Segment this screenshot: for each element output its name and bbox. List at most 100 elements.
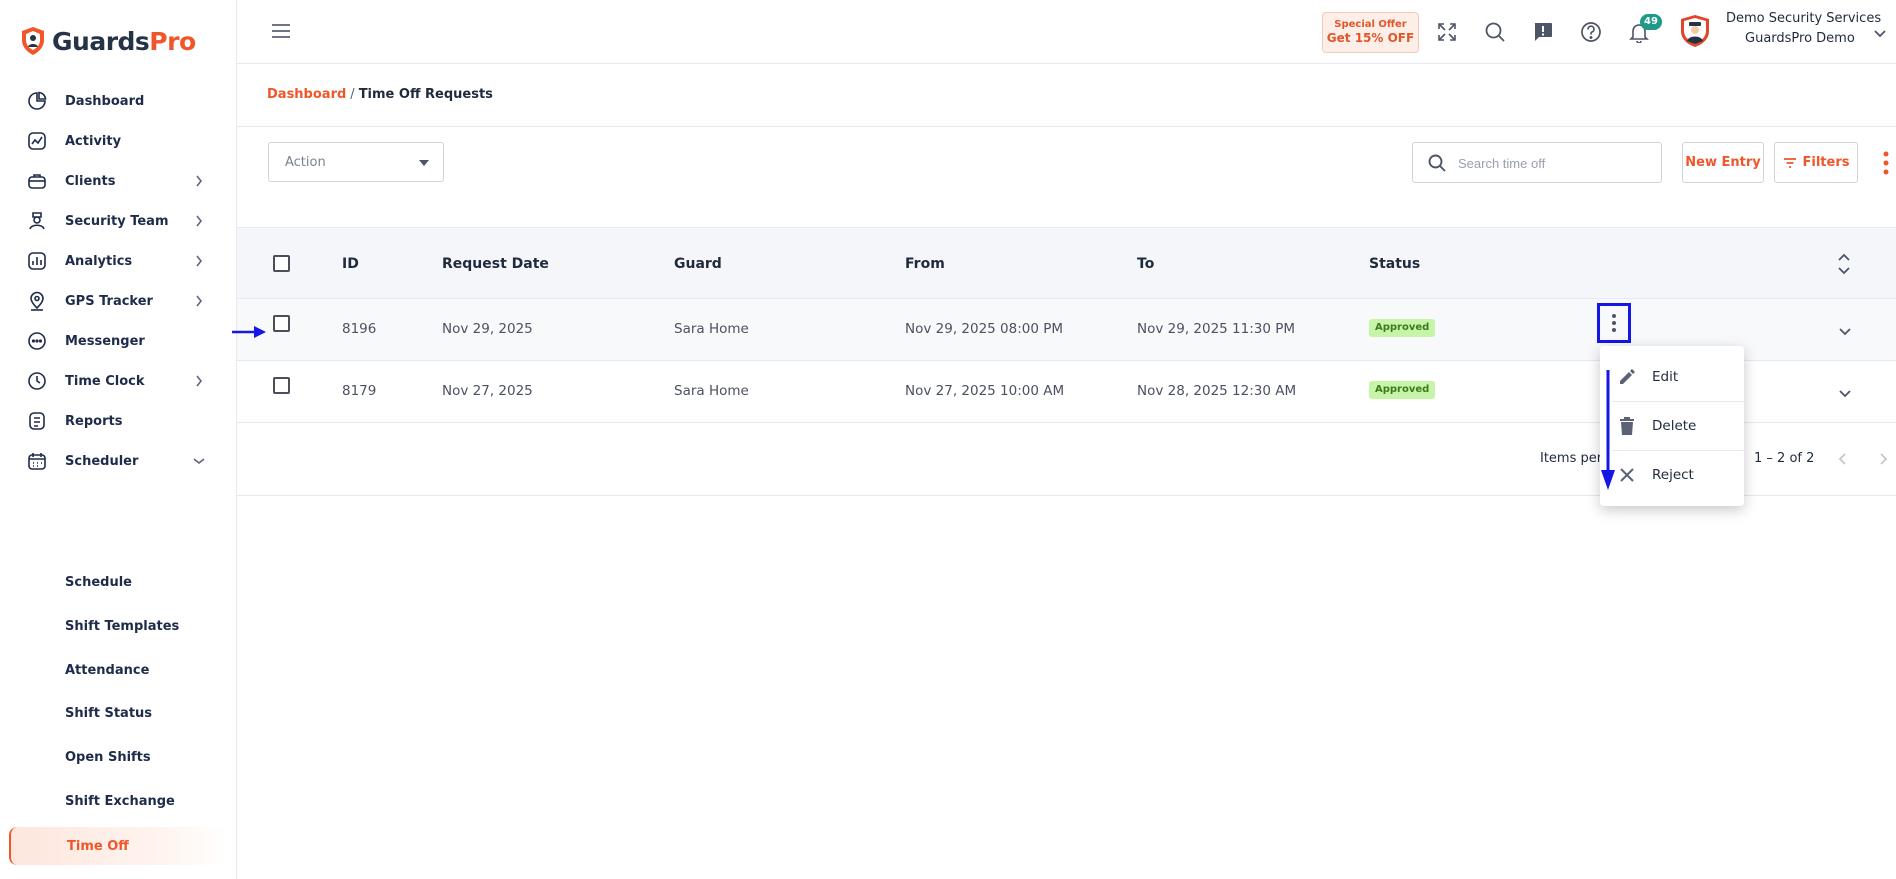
chevron-down-icon[interactable] bbox=[1873, 24, 1889, 38]
cell-from: Nov 29, 2025 08:00 PM bbox=[905, 321, 1064, 337]
sidebar-subitem-shift-templates[interactable]: Shift Templates bbox=[0, 608, 237, 644]
sidebar-subitem-label: Schedule bbox=[65, 574, 132, 590]
search-icon[interactable] bbox=[1483, 20, 1507, 44]
sidebar-subitem-label: Shift Exchange bbox=[65, 793, 175, 809]
sidebar-item-label: Clients bbox=[65, 173, 116, 189]
sidebar-item-label: Time Clock bbox=[65, 373, 145, 389]
sidebar-item-activity[interactable]: Activity bbox=[0, 121, 237, 161]
sidebar-subitem-schedule[interactable]: Schedule bbox=[0, 564, 237, 600]
new-entry-button[interactable]: New Entry bbox=[1682, 142, 1764, 183]
sidebar-subitem-label: Open Shifts bbox=[65, 749, 151, 765]
page-title: Time Off Requests bbox=[358, 87, 493, 102]
menu-item-reject[interactable]: Reject bbox=[1600, 451, 1744, 499]
row-actions-menu: Edit Delete Reject bbox=[1600, 346, 1744, 506]
sidebar-item-clients[interactable]: Clients bbox=[0, 161, 237, 201]
filters-button[interactable]: Filters bbox=[1774, 142, 1858, 183]
sidebar-item-label: Scheduler bbox=[65, 453, 139, 469]
menu-item-label: Delete bbox=[1652, 418, 1697, 434]
offer-title: Special Offer bbox=[1334, 19, 1407, 30]
action-select[interactable]: Action bbox=[268, 142, 444, 182]
column-header-id[interactable]: ID bbox=[342, 256, 359, 272]
menu-item-label: Edit bbox=[1652, 369, 1679, 385]
sidebar-item-dashboard[interactable]: Dashboard bbox=[0, 81, 237, 121]
sidebar-item-label: Activity bbox=[65, 133, 122, 149]
breadcrumb: Dashboard / Time Off Requests bbox=[267, 87, 493, 102]
sidebar-subitem-attendance[interactable]: Attendance bbox=[0, 652, 237, 688]
select-all-checkbox[interactable] bbox=[273, 255, 290, 272]
sidebar-subitem-open-shifts[interactable]: Open Shifts bbox=[0, 739, 237, 775]
notification-badge: 49 bbox=[1640, 14, 1662, 30]
row-checkbox[interactable] bbox=[273, 377, 290, 394]
cell-to: Nov 29, 2025 11:30 PM bbox=[1137, 321, 1296, 337]
chevron-down-icon bbox=[192, 454, 206, 468]
sidebar-item-analytics[interactable]: Analytics bbox=[0, 241, 237, 281]
activity-chart-icon bbox=[26, 130, 48, 152]
cell-from: Nov 27, 2025 10:00 AM bbox=[905, 383, 1065, 399]
sidebar-item-gps-tracker[interactable]: GPS Tracker bbox=[0, 281, 237, 321]
sidebar-item-scheduler[interactable]: Scheduler bbox=[0, 441, 237, 481]
cell-request-date: Nov 29, 2025 bbox=[442, 321, 533, 337]
more-options-icon[interactable] bbox=[1882, 150, 1890, 176]
sidebar-subitem-shift-status[interactable]: Shift Status bbox=[0, 695, 237, 731]
help-icon[interactable] bbox=[1579, 20, 1603, 44]
cell-id: 8179 bbox=[342, 383, 377, 399]
divider bbox=[237, 126, 1896, 127]
row-checkbox[interactable] bbox=[273, 315, 290, 332]
chevron-right-icon bbox=[192, 374, 206, 388]
top-bar: Special Offer Get 15% OFF 49 Demo Securi… bbox=[237, 0, 1896, 64]
filter-icon bbox=[1783, 157, 1796, 168]
cell-request-date: Nov 27, 2025 bbox=[442, 383, 533, 399]
expand-row-icon[interactable] bbox=[1837, 323, 1853, 336]
sidebar-item-time-clock[interactable]: Time Clock bbox=[0, 361, 237, 401]
offer-discount: Get 15% OFF bbox=[1326, 31, 1415, 45]
page-range-label: 1 – 2 of 2 bbox=[1754, 451, 1815, 466]
sidebar-subitem-shift-exchange[interactable]: Shift Exchange bbox=[0, 783, 237, 819]
action-select-value: Action bbox=[285, 155, 326, 170]
feedback-icon[interactable] bbox=[1531, 20, 1555, 44]
cell-guard: Sara Home bbox=[674, 321, 749, 337]
briefcase-icon bbox=[26, 170, 48, 192]
shield-logo-icon bbox=[22, 27, 44, 55]
avatar[interactable] bbox=[1679, 14, 1711, 48]
sidebar-item-messenger[interactable]: Messenger bbox=[0, 321, 237, 361]
sidebar-item-label: Security Team bbox=[65, 213, 169, 229]
status-badge: Approved bbox=[1369, 319, 1436, 337]
more-vertical-icon bbox=[1612, 314, 1616, 332]
map-pin-icon bbox=[26, 290, 48, 312]
calendar-icon bbox=[26, 450, 48, 472]
expand-row-icon[interactable] bbox=[1837, 385, 1853, 398]
menu-toggle-icon[interactable] bbox=[271, 22, 291, 40]
search-box bbox=[1412, 142, 1662, 183]
special-offer-button[interactable]: Special Offer Get 15% OFF bbox=[1322, 12, 1419, 53]
column-header-from[interactable]: From bbox=[905, 256, 945, 272]
filters-label: Filters bbox=[1802, 155, 1850, 170]
sidebar-item-reports[interactable]: Reports bbox=[0, 401, 237, 441]
close-icon bbox=[1617, 465, 1637, 485]
breadcrumb-home-link[interactable]: Dashboard bbox=[267, 87, 346, 102]
sidebar-subitem-label: Time Off bbox=[67, 838, 129, 854]
trash-icon bbox=[1617, 416, 1637, 436]
pie-chart-icon bbox=[26, 90, 48, 112]
fullscreen-icon[interactable] bbox=[1435, 20, 1459, 44]
row-actions-button[interactable] bbox=[1597, 303, 1631, 343]
sidebar-item-label: Dashboard bbox=[65, 93, 145, 109]
cell-to: Nov 28, 2025 12:30 AM bbox=[1137, 383, 1297, 399]
column-header-guard[interactable]: Guard bbox=[674, 256, 722, 272]
cell-id: 8196 bbox=[342, 321, 377, 337]
previous-page-icon[interactable] bbox=[1838, 451, 1850, 465]
guardspro-logo[interactable]: GuardsPro bbox=[20, 22, 196, 60]
column-header-status[interactable]: Status bbox=[1369, 256, 1420, 272]
menu-item-delete[interactable]: Delete bbox=[1600, 402, 1744, 450]
sidebar-subitem-label: Shift Templates bbox=[65, 618, 180, 634]
column-header-to[interactable]: To bbox=[1137, 256, 1154, 272]
next-page-icon[interactable] bbox=[1878, 451, 1890, 465]
expand-collapse-icon[interactable] bbox=[1837, 252, 1851, 276]
sidebar-subitem-time-off[interactable]: Time Off bbox=[9, 827, 226, 865]
sidebar-item-security-team[interactable]: Security Team bbox=[0, 201, 237, 241]
menu-item-edit[interactable]: Edit bbox=[1600, 353, 1744, 401]
chat-bubble-icon bbox=[26, 330, 48, 352]
breadcrumb-separator: / bbox=[350, 87, 355, 102]
search-input[interactable] bbox=[1458, 151, 1653, 175]
column-header-request-date[interactable]: Request Date bbox=[442, 256, 549, 272]
sidebar: GuardsPro Dashboard Activity Clients Sec… bbox=[0, 0, 237, 879]
